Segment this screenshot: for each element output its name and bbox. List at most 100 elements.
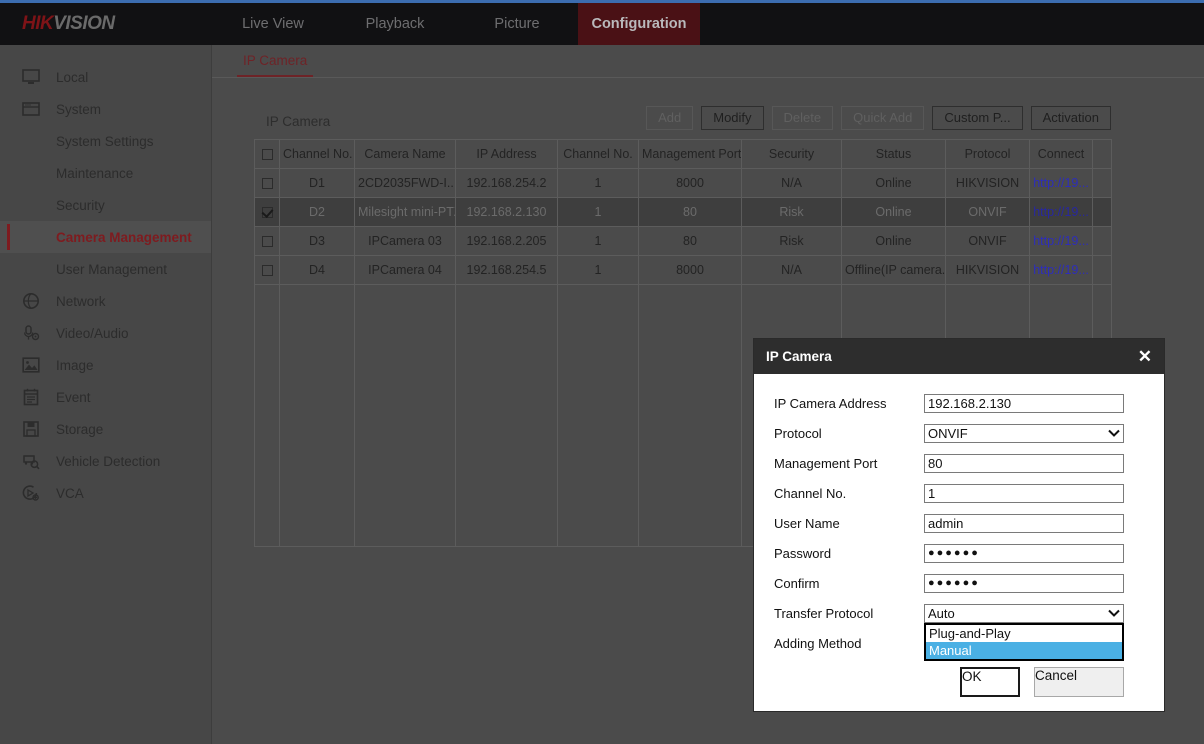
cell-connect[interactable]: http://19... xyxy=(1029,226,1093,256)
ok-button[interactable]: OK xyxy=(960,667,1020,697)
panel-button-group: Add Modify Delete Quick Add Custom P... … xyxy=(646,106,1111,130)
sidebar-item-video-audio[interactable]: Video/Audio xyxy=(0,317,211,349)
cell-connect[interactable]: http://19... xyxy=(1029,168,1093,198)
transfer-protocol-select[interactable]: Auto xyxy=(924,603,1124,623)
row-checkbox-cell[interactable] xyxy=(254,197,280,227)
sidebar-item-storage[interactable]: Storage xyxy=(0,413,211,445)
sidebar-item-event[interactable]: Event xyxy=(0,381,211,413)
sidebar-item-image[interactable]: Image xyxy=(0,349,211,381)
cell-connect[interactable]: http://19... xyxy=(1029,255,1093,285)
user-name-input[interactable] xyxy=(924,513,1124,533)
cell-ip-address: 192.168.2.130 xyxy=(455,197,558,227)
logo-text-bold: HIK xyxy=(22,13,54,34)
password-input[interactable]: ●●●●●● xyxy=(924,543,1124,563)
field-confirm: Confirm ●●●●●● xyxy=(774,568,1144,598)
sidebar-item-local[interactable]: Local xyxy=(0,61,211,93)
sidebar-item-camera-management[interactable]: Camera Management xyxy=(0,221,211,253)
vehicle-search-icon xyxy=(22,451,48,471)
sidebar-item-security[interactable]: Security xyxy=(0,189,211,221)
top-navigation-bar: HIKVISION Live View Playback Picture Con… xyxy=(0,3,1204,45)
panel-toolbar: IP Camera Add Modify Delete Quick Add Cu… xyxy=(254,103,1111,139)
adding-method-option-plug-and-play[interactable]: Plug-and-Play xyxy=(926,625,1122,642)
sidebar-item-vca[interactable]: VCA xyxy=(0,477,211,509)
field-label: Protocol xyxy=(774,425,822,441)
cell-management-port: 80 xyxy=(638,197,742,227)
col-channel-no-2: Channel No. xyxy=(557,139,639,169)
connect-link[interactable]: http://19... xyxy=(1033,205,1089,219)
cancel-button[interactable]: Cancel xyxy=(1034,667,1124,697)
row-checkbox[interactable] xyxy=(261,207,273,219)
activation-button[interactable]: Activation xyxy=(1030,106,1111,130)
sidebar-item-label: User Management xyxy=(56,261,168,277)
microphone-icon xyxy=(22,323,48,343)
sidebar-item-network[interactable]: Network xyxy=(0,285,211,317)
cell-channel-no: D4 xyxy=(279,255,355,285)
cell-spacer xyxy=(1092,255,1112,285)
quick-add-button[interactable]: Quick Add xyxy=(841,106,925,130)
table-row[interactable]: D1 2CD2035FWD-I... 192.168.254.2 1 8000 … xyxy=(254,168,1112,198)
sidebar-item-vehicle-detection[interactable]: Vehicle Detection xyxy=(0,445,211,477)
sidebar-item-maintenance[interactable]: Maintenance xyxy=(0,157,211,189)
management-port-input[interactable] xyxy=(924,453,1124,473)
globe-icon xyxy=(22,291,48,311)
table-row[interactable]: D3 IPCamera 03 192.168.2.205 1 80 Risk O… xyxy=(254,226,1112,256)
cell-connect[interactable]: http://19... xyxy=(1029,197,1093,227)
vca-icon xyxy=(22,483,48,503)
table-header-row: Channel No. Camera Name IP Address Chann… xyxy=(254,139,1112,169)
field-protocol: Protocol ONVIF xyxy=(774,418,1144,448)
cell-management-port: 8000 xyxy=(638,168,742,198)
tab-ip-camera-label: IP Camera xyxy=(243,53,308,68)
select-all-header[interactable] xyxy=(254,139,280,169)
col-security: Security xyxy=(741,139,842,169)
panel-title: IP Camera xyxy=(266,113,331,129)
tab-ip-camera[interactable]: IP Camera xyxy=(237,53,314,77)
custom-protocol-button[interactable]: Custom P... xyxy=(932,106,1023,130)
row-checkbox-cell[interactable] xyxy=(254,255,280,285)
cell-protocol: HIKVISION xyxy=(945,168,1030,198)
dialog-title: IP Camera xyxy=(766,349,832,364)
connect-link[interactable]: http://19... xyxy=(1033,234,1089,248)
modify-button[interactable]: Modify xyxy=(701,106,764,130)
row-checkbox[interactable] xyxy=(261,236,273,248)
field-management-port: Management Port xyxy=(774,448,1144,478)
cell-security: N/A xyxy=(741,255,842,285)
protocol-select[interactable]: ONVIF xyxy=(924,423,1124,443)
row-checkbox[interactable] xyxy=(261,265,273,277)
select-all-checkbox[interactable] xyxy=(261,149,273,161)
transfer-protocol-select-value: Auto xyxy=(928,605,955,621)
protocol-select-value: ONVIF xyxy=(928,425,968,441)
channel-no-input[interactable] xyxy=(924,483,1124,503)
row-checkbox-cell[interactable] xyxy=(254,168,280,198)
sidebar-item-user-management[interactable]: User Management xyxy=(0,253,211,285)
close-icon[interactable]: ✕ xyxy=(1138,348,1152,365)
connect-link[interactable]: http://19... xyxy=(1033,263,1089,277)
sidebar-item-label: Image xyxy=(56,357,94,373)
table-row[interactable]: D2 Milesight mini-PTZ 192.168.2.130 1 80… xyxy=(254,197,1112,227)
table-row[interactable]: D4 IPCamera 04 192.168.254.5 1 8000 N/A … xyxy=(254,255,1112,285)
connect-link[interactable]: http://19... xyxy=(1033,176,1089,190)
field-label: Password xyxy=(774,545,832,561)
row-checkbox[interactable] xyxy=(261,178,273,190)
ip-camera-address-input[interactable] xyxy=(924,393,1124,413)
nav-playback[interactable]: Playback xyxy=(334,3,456,45)
field-label: Transfer Protocol xyxy=(774,605,874,621)
cell-channel-no-2: 1 xyxy=(557,197,639,227)
sidebar-item-label: Maintenance xyxy=(56,165,134,181)
cell-channel-no-2: 1 xyxy=(557,255,639,285)
cell-security: Risk xyxy=(741,197,842,227)
sidebar-item-system[interactable]: System xyxy=(0,93,211,125)
transfer-protocol-wrap: Auto Plug-and-Play Manual xyxy=(924,603,1124,661)
confirm-password-input[interactable]: ●●●●●● xyxy=(924,573,1124,593)
sidebar-item-system-settings[interactable]: System Settings xyxy=(0,125,211,157)
hikvision-logo: HIKVISION xyxy=(0,13,212,35)
row-checkbox-cell[interactable] xyxy=(254,226,280,256)
col-camera-name: Camera Name xyxy=(354,139,456,169)
nav-configuration[interactable]: Configuration xyxy=(578,3,700,45)
add-button[interactable]: Add xyxy=(646,106,694,130)
nav-playback-label: Playback xyxy=(365,16,425,32)
adding-method-option-manual[interactable]: Manual xyxy=(926,641,1122,659)
col-channel-no: Channel No. xyxy=(279,139,355,169)
nav-picture[interactable]: Picture xyxy=(456,3,578,45)
delete-button[interactable]: Delete xyxy=(771,106,834,130)
nav-live-view[interactable]: Live View xyxy=(212,3,334,45)
